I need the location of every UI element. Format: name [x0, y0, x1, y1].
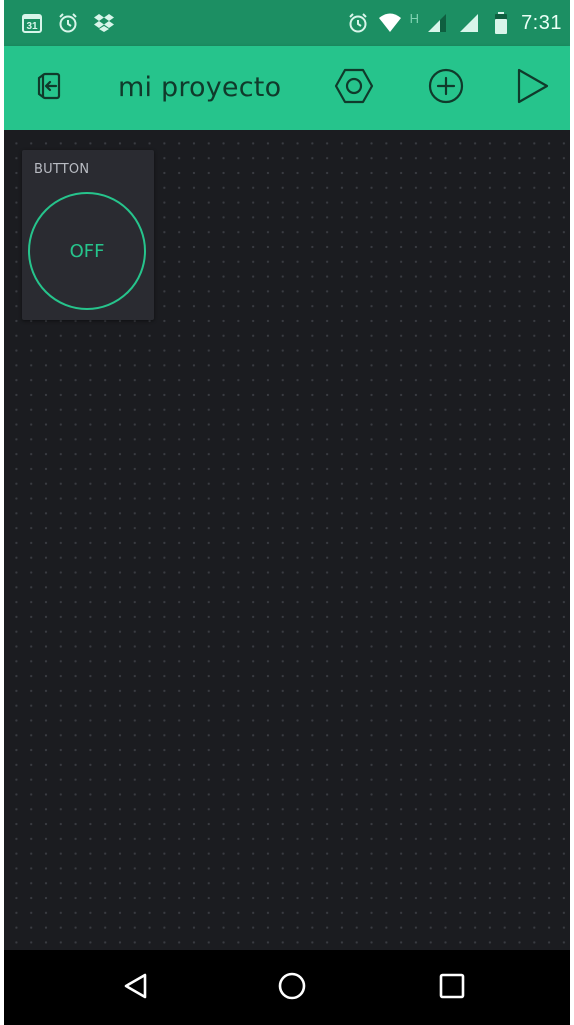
alarm-icon — [56, 11, 80, 35]
settings-hexagon-icon — [334, 66, 374, 111]
play-icon — [513, 67, 551, 110]
button-widget[interactable]: BUTTON OFF — [22, 150, 154, 320]
recents-icon — [438, 972, 466, 1005]
status-bar: 31 H 7:31 — [4, 0, 570, 46]
project-canvas[interactable]: BUTTON OFF — [4, 130, 570, 950]
back-icon — [121, 971, 151, 1006]
home-icon — [276, 970, 308, 1007]
exit-project-icon — [30, 68, 66, 109]
signal-icon — [457, 11, 481, 35]
add-widget-icon — [427, 67, 465, 110]
back-button[interactable] — [116, 968, 156, 1008]
calendar-icon: 31 — [20, 11, 44, 35]
app-bar: mi proyecto — [4, 46, 570, 130]
calendar-day: 31 — [26, 21, 38, 32]
alarm-icon — [346, 11, 370, 35]
phone-screen: 31 H 7:31 mi proyecto BUTTON OFF — [4, 0, 570, 1025]
navigation-bar — [4, 950, 570, 1025]
network-type: H — [409, 10, 420, 26]
battery-icon — [489, 11, 513, 35]
project-settings-button[interactable] — [334, 68, 374, 108]
exit-project-button[interactable] — [28, 68, 68, 108]
project-title: mi proyecto — [118, 72, 282, 103]
widget-toggle-button[interactable]: OFF — [28, 192, 146, 310]
play-button[interactable] — [512, 68, 552, 108]
add-widget-button[interactable] — [426, 68, 466, 108]
widget-label: BUTTON — [34, 162, 90, 177]
wifi-icon — [378, 11, 402, 35]
status-time: 7:31 — [521, 11, 562, 34]
home-button[interactable] — [272, 968, 312, 1008]
recents-button[interactable] — [432, 968, 472, 1008]
widget-state: OFF — [69, 240, 105, 262]
dropbox-icon — [92, 11, 116, 35]
signal-icon — [425, 11, 449, 35]
